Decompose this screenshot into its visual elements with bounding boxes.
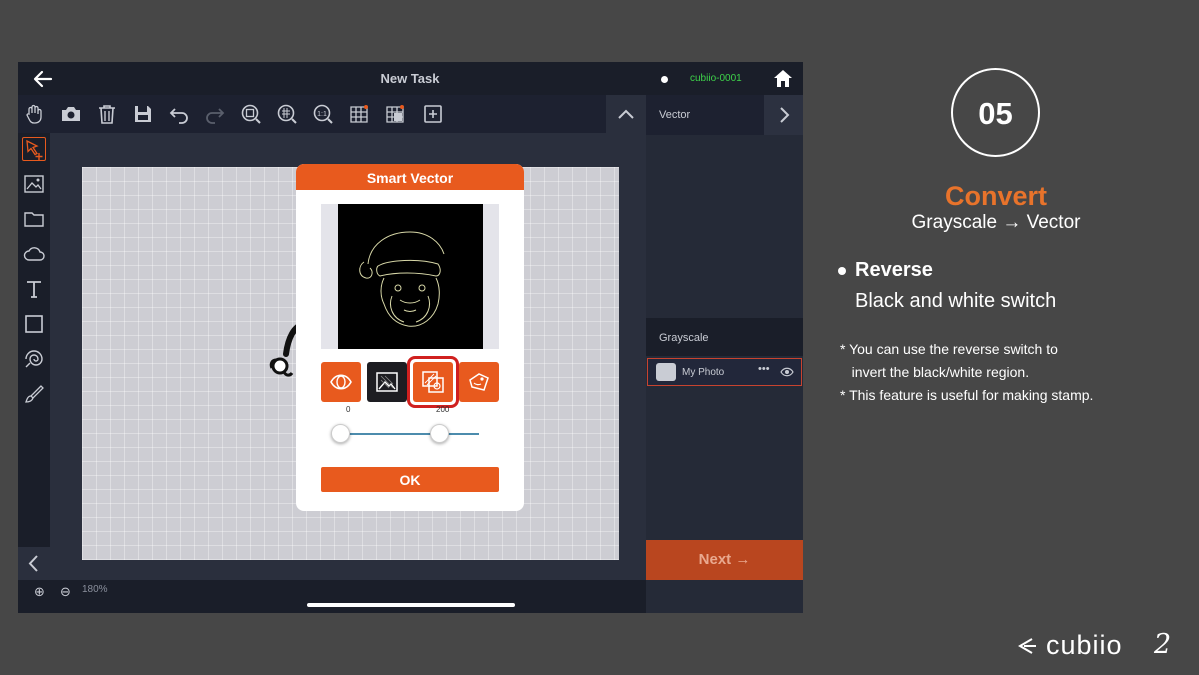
folder-icon[interactable]: [22, 207, 46, 231]
eye-outline-icon: [330, 374, 352, 390]
brand-version: 2: [1154, 629, 1172, 660]
grid-settings-icon[interactable]: [384, 103, 406, 125]
note-line: invert the black/white region.: [840, 364, 1030, 380]
home-indicator: [307, 603, 515, 607]
eye-icon[interactable]: [780, 366, 794, 378]
zoom-out-icon[interactable]: ⊖: [60, 584, 71, 600]
brand-name: cubiio: [1046, 630, 1123, 660]
bullet-dot: [838, 267, 846, 275]
grayscale-section-header[interactable]: Grayscale: [646, 318, 803, 356]
dialog-title: Smart Vector: [366, 170, 454, 186]
undo-icon[interactable]: [168, 103, 190, 125]
vector-expand-button[interactable]: [764, 95, 803, 135]
brand-chevron-icon: [1018, 638, 1036, 654]
spiral-icon[interactable]: [22, 347, 46, 371]
more-options-icon[interactable]: •••: [758, 363, 770, 375]
preview-image: [338, 204, 483, 349]
connection-status-dot: [661, 76, 668, 83]
text-icon[interactable]: [22, 277, 46, 301]
layer-thumbnail: [656, 363, 676, 381]
outline-mode-button[interactable]: [321, 362, 361, 402]
cloud-icon[interactable]: [22, 242, 46, 266]
step-number: 05: [978, 96, 1013, 131]
image-mode-button[interactable]: [367, 362, 407, 402]
slider-max-label: 200: [436, 405, 450, 414]
sidebar-collapse-button[interactable]: [18, 547, 50, 580]
vector-section-header[interactable]: Vector: [646, 95, 764, 135]
zoom-level: 180%: [82, 584, 108, 595]
slider-min-label: 0: [346, 405, 351, 414]
rectangle-icon[interactable]: [22, 312, 46, 336]
camera-icon[interactable]: [60, 103, 82, 125]
brush-icon[interactable]: [22, 382, 46, 406]
step-badge: 05: [951, 68, 1040, 157]
bullet-title: Reverse: [855, 259, 933, 281]
grid-zoom-icon[interactable]: [276, 103, 298, 125]
ok-button[interactable]: OK: [321, 467, 499, 492]
grayscale-label: Grayscale: [659, 332, 709, 344]
home-icon[interactable]: [773, 69, 793, 88]
next-label: Next →: [698, 551, 751, 568]
save-icon[interactable]: [132, 103, 154, 125]
redo-icon[interactable]: [204, 103, 226, 125]
threshold-slider-track[interactable]: [341, 433, 479, 435]
grid-icon[interactable]: [348, 103, 370, 125]
stamp-mode-button[interactable]: [459, 362, 499, 402]
ok-label: OK: [399, 472, 421, 488]
toolbar: 1:1: [18, 95, 646, 133]
bullet-description: Black and white switch: [855, 290, 1057, 312]
brand-logo: cubiio 2: [1016, 629, 1176, 661]
chevron-left-icon: [28, 555, 38, 572]
info-subtitle: Grayscale → Vector: [911, 212, 1081, 233]
task-title: New Task: [380, 71, 440, 86]
layer-name: My Photo: [682, 367, 725, 378]
vector-label: Vector: [659, 109, 691, 121]
trash-icon[interactable]: [96, 103, 118, 125]
device-name[interactable]: cubiio-0001: [690, 73, 742, 84]
svg-text:1:1: 1:1: [317, 111, 327, 118]
vector-preview: [321, 204, 499, 349]
left-sidebar: [18, 133, 50, 613]
hand-icon[interactable]: [24, 103, 46, 125]
select-icon[interactable]: [22, 137, 46, 161]
smart-vector-dialog: Smart Vector 0 200 OK: [296, 164, 524, 511]
fit-screen-icon[interactable]: [240, 103, 262, 125]
image-icon[interactable]: [22, 172, 46, 196]
dialog-title-bar: Smart Vector: [296, 164, 524, 190]
actual-size-icon[interactable]: 1:1: [312, 103, 334, 125]
device-screen: New Task cubiio-0001 1:1 ⊕ ⊖ 180% Vector…: [18, 62, 803, 613]
zoom-in-icon[interactable]: ⊕: [34, 584, 45, 600]
back-arrow-icon[interactable]: [30, 66, 56, 92]
info-title: Convert: [944, 181, 1047, 211]
note-line: * You can use the reverse switch to: [840, 341, 1058, 357]
zoom-bar: [18, 580, 646, 613]
toolbar-collapse-button[interactable]: [606, 95, 646, 133]
santa-outline-preview: [359, 231, 445, 327]
add-icon[interactable]: [422, 103, 444, 125]
stamp-tag-icon: [469, 373, 489, 391]
layer-row[interactable]: My Photo •••: [647, 358, 802, 386]
selected-mode-highlight: [407, 356, 459, 408]
slider-high-handle[interactable]: [430, 424, 450, 443]
note-line: * This feature is useful for making stam…: [840, 387, 1094, 403]
chevron-up-icon: [618, 109, 634, 119]
image-mode-icon: [376, 372, 398, 392]
next-button[interactable]: Next →: [646, 540, 803, 580]
chevron-right-icon: [780, 107, 790, 123]
slider-low-handle[interactable]: [331, 424, 350, 443]
